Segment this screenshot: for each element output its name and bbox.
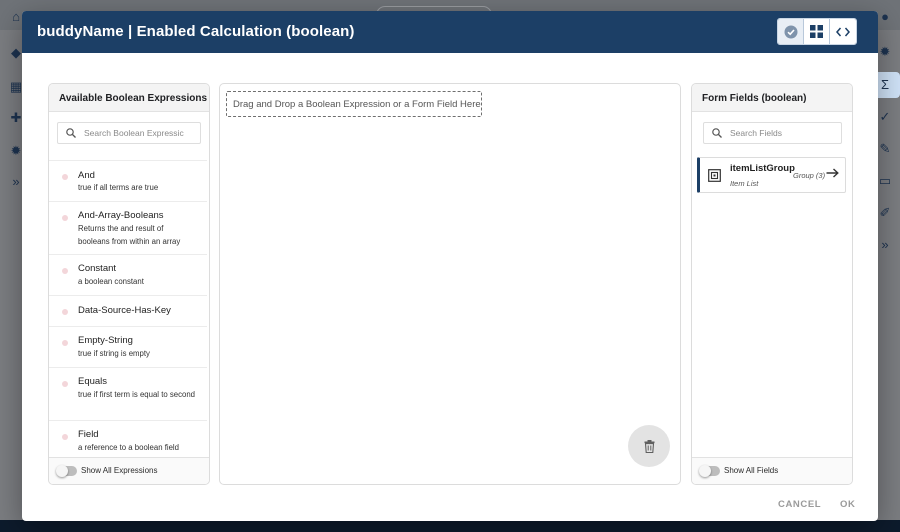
monitor-icon: ▭ (878, 173, 892, 188)
expression-name: And-Array-Booleans (78, 210, 164, 221)
expression-list: And true if all terms are true And-Array… (49, 160, 209, 456)
view-mode-toggle (777, 18, 857, 45)
pencil-icon: ✐ (879, 205, 891, 220)
field-type: Item List (730, 179, 759, 188)
wrench-icon: ✎ (879, 141, 891, 156)
expression-dot (62, 340, 68, 346)
background-footer (0, 520, 900, 532)
expression-name: Field (78, 429, 99, 440)
expression-canvas[interactable]: Drag and Drop a Boolean Expression or a … (219, 83, 681, 485)
field-search (703, 122, 842, 144)
expression-dot (62, 309, 68, 315)
show-all-fields-toggle[interactable] (699, 465, 720, 477)
expression-name: Equals (78, 376, 108, 387)
field-group-count: Group (3) (793, 171, 826, 180)
show-all-expressions-toggle[interactable] (56, 465, 77, 477)
grid-view-button[interactable] (804, 19, 830, 44)
dialog-header: buddyName | Enabled Calculation (boolean… (22, 11, 878, 53)
expression-item-data-source-has-key[interactable]: Data-Source-Has-Key (49, 295, 207, 326)
expression-description: Returns the and result of booleans from … (78, 224, 181, 246)
expression-item-equals[interactable]: Equals true if first term is equal to se… (49, 367, 207, 420)
sigma-icon: Σ (880, 77, 890, 92)
expression-item-constant[interactable]: Constant a boolean constant (49, 254, 207, 295)
expression-dot (62, 215, 68, 221)
ok-button[interactable]: OK (840, 499, 855, 510)
expression-description: a boolean constant (78, 277, 144, 286)
gear-icon: ✹ (879, 44, 891, 59)
cancel-button[interactable]: CANCEL (778, 499, 821, 510)
expression-item-empty-string[interactable]: Empty-String true if string is empty (49, 326, 207, 367)
expression-name: Data-Source-Has-Key (78, 305, 171, 316)
expression-description: true if string is empty (78, 349, 150, 358)
expressions-panel-header: Available Boolean Expressions (49, 84, 209, 112)
expression-item-and[interactable]: And true if all terms are true (49, 160, 207, 201)
expression-description: true if all terms are true (78, 183, 159, 192)
check-icon: ✓ (879, 109, 891, 124)
settings-icon: ✹ (10, 143, 22, 158)
expression-dot (62, 174, 68, 180)
expand-right-icon: » (881, 237, 889, 252)
search-icon (712, 128, 722, 138)
account-icon: ● (881, 9, 889, 24)
field-name: itemListGroup (730, 163, 795, 174)
layers-icon: ◆ (11, 45, 21, 60)
expression-item-and-array-booleans[interactable]: And-Array-Booleans Returns the and resul… (49, 201, 207, 254)
fields-panel: Form Fields (boolean) itemListGroup Item… (691, 83, 853, 485)
delete-button[interactable] (628, 425, 670, 467)
expression-search (57, 122, 201, 144)
calculation-dialog: buddyName | Enabled Calculation (boolean… (22, 11, 878, 521)
expression-dot (62, 434, 68, 440)
expression-dot (62, 381, 68, 387)
field-item-itemlistgroup[interactable]: itemListGroup Item List Group (3) (697, 157, 846, 193)
arrow-right-icon[interactable] (826, 168, 839, 178)
home-icon: ⌂ (12, 9, 20, 24)
fields-panel-footer: Show All Fields (692, 457, 852, 484)
search-icon (66, 128, 76, 138)
grid-icon (810, 25, 823, 38)
expression-description: a reference to a boolean field (78, 443, 179, 452)
fields-panel-header: Form Fields (boolean) (692, 84, 852, 112)
show-all-expressions-label: Show All Expressions (81, 466, 158, 475)
toggle-knob (56, 465, 68, 477)
expand-icon: » (12, 174, 20, 189)
expression-description: true if first term is equal to second (78, 390, 196, 399)
puzzle-icon: ✚ (10, 110, 22, 125)
expression-search-input[interactable] (84, 128, 200, 138)
group-field-icon (708, 169, 721, 182)
code-icon (836, 27, 850, 36)
trash-icon (644, 439, 654, 453)
dialog-title: buddyName | Enabled Calculation (boolean… (37, 23, 355, 40)
show-all-fields-label: Show All Fields (724, 466, 779, 475)
expression-name: Empty-String (78, 335, 133, 346)
check-circle-icon (784, 25, 797, 38)
expressions-panel-footer: Show All Expressions (49, 457, 209, 484)
expression-name: Constant (78, 263, 117, 274)
dashboard-icon: ▦ (9, 79, 23, 94)
expression-item-field[interactable]: Field a reference to a boolean field (49, 420, 207, 456)
code-view-button[interactable] (830, 19, 856, 44)
toggle-knob (699, 465, 711, 477)
expression-dot (62, 268, 68, 274)
check-view-button[interactable] (778, 19, 804, 44)
expressions-panel: Available Boolean Expressions And true i… (48, 83, 210, 485)
drop-zone[interactable]: Drag and Drop a Boolean Expression or a … (226, 91, 482, 117)
expression-name: And (78, 170, 95, 181)
field-search-input[interactable] (730, 128, 841, 138)
